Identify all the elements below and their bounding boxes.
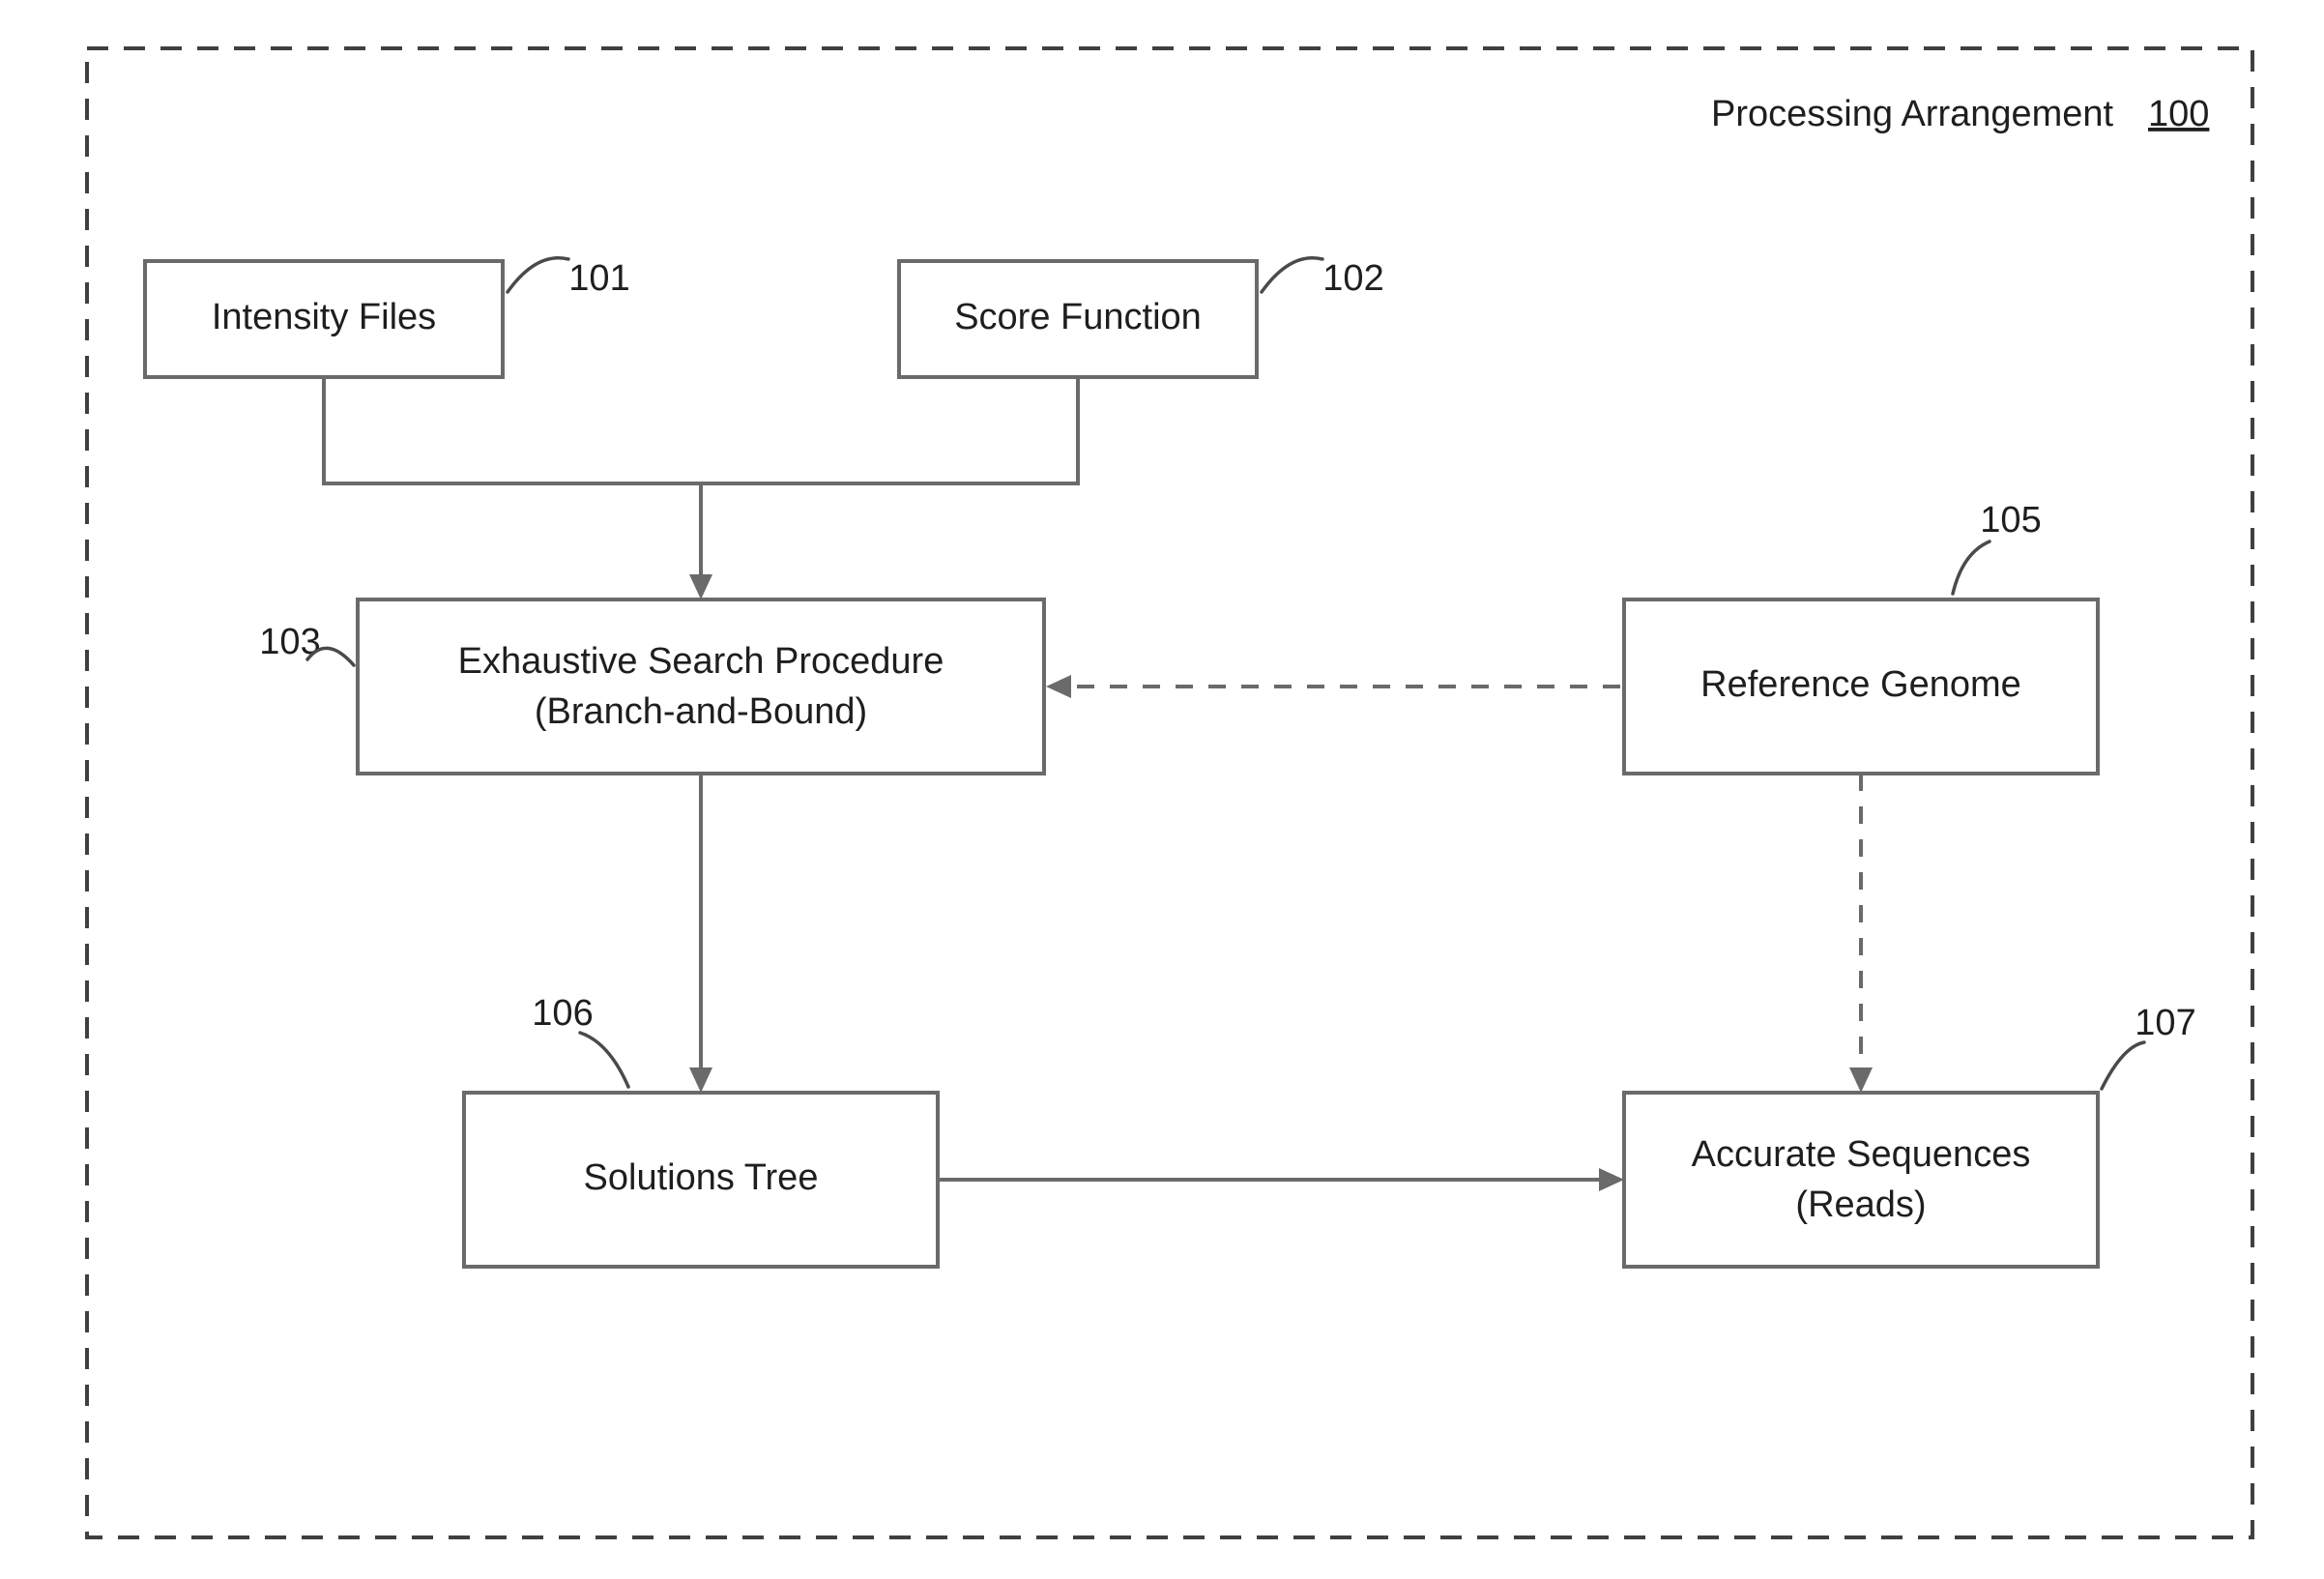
label-reads-line1: Accurate Sequences [1692,1134,2031,1175]
diagram-canvas: Processing Arrangement 100 Intensity Fil… [0,0,2324,1579]
box-search-procedure [358,599,1044,774]
ref-106: 106 [532,993,593,1034]
label-score-function: Score Function [954,297,1202,337]
label-search-line1: Exhaustive Search Procedure [458,641,944,682]
leader-102 [1262,258,1322,292]
ref-102: 102 [1322,258,1383,299]
leader-101 [508,258,568,292]
arrow-genome-to-search [1046,675,1071,698]
container-title-num: 100 [2148,94,2209,134]
container-title-text: Processing Arrangement [1711,94,2114,134]
ref-105: 105 [1980,500,2041,541]
ref-107: 107 [2135,1003,2195,1043]
label-reference-genome: Reference Genome [1700,664,2021,705]
label-reads-line2: (Reads) [1795,1184,1926,1225]
conn-intensity-score-merge [324,377,1078,483]
arrow-search-to-tree [689,1067,712,1093]
box-accurate-sequences [1624,1093,2098,1267]
ref-101: 101 [568,258,629,299]
label-search-line2: (Branch-and-Bound) [535,691,867,732]
arrow-tree-to-reads [1599,1168,1624,1191]
label-intensity-files: Intensity Files [212,297,436,337]
leader-107 [2102,1042,2144,1089]
arrow-into-search [689,574,712,599]
leader-105 [1953,541,1990,594]
leader-106 [580,1033,628,1087]
arrow-genome-to-reads [1849,1067,1873,1093]
label-solutions-tree: Solutions Tree [584,1157,819,1198]
